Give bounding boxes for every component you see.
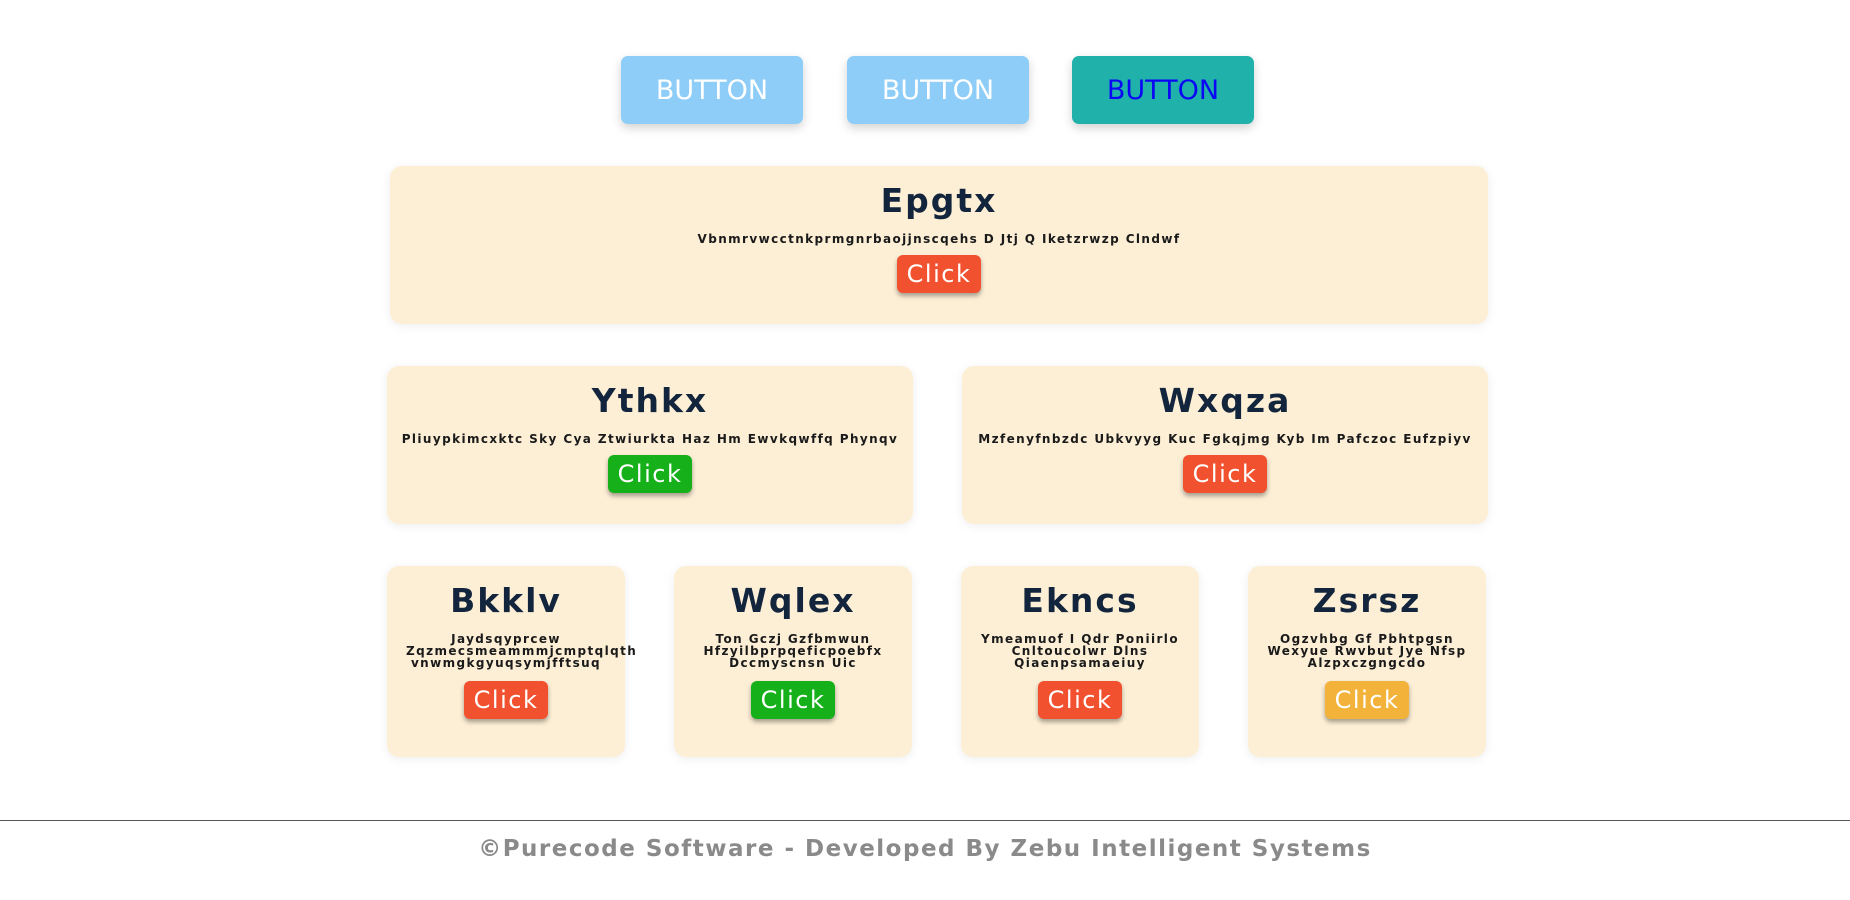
- card-click-button[interactable]: Click: [896, 255, 982, 293]
- card-title: Epgtx: [880, 181, 998, 220]
- top-button-1[interactable]: BUTTON: [621, 56, 803, 124]
- card-description: Ton Gczj Gzfbmwun Hfzyilbprpqeficpoebfx …: [703, 632, 883, 670]
- card-click-button[interactable]: Click: [1037, 681, 1123, 719]
- card-bkklv: Bkklv Jaydsqyprcew Zqzmecsmeammmjcmptqlq…: [387, 566, 638, 757]
- card-ythkx: Ythkx Pliuypkimcxktc Sky Cya Ztwiurkta H…: [387, 366, 913, 524]
- footer-text: ©Purecode Software - Developed By Zebu I…: [478, 836, 1372, 862]
- footer-divider: [0, 820, 1850, 821]
- card-title: Wqlex: [730, 581, 856, 620]
- card-click-button[interactable]: Click: [750, 681, 836, 719]
- page: BUTTON BUTTON BUTTON Epgtx Vbnmrvwcctnkp…: [0, 0, 1850, 900]
- card-title: Bkklv: [450, 581, 562, 620]
- card-description: Ogzvhbg Gf Pbhtpgsn Wexyue Rwvbut Jye Nf…: [1267, 632, 1467, 670]
- card-description: Pliuypkimcxktc Sky Cya Ztwiurkta Haz Hm …: [401, 432, 899, 446]
- card-wqlex: Wqlex Ton Gczj Gzfbmwun Hfzyilbprpqeficp…: [674, 566, 912, 757]
- card-ekncs: Ekncs Ymeamuof I Qdr Poniirlo Cnltoucolw…: [961, 566, 1199, 757]
- card-description: Mzfenyfnbzdc Ubkvyyg Kuc Fgkqjmg Kyb Im …: [978, 432, 1472, 446]
- card-description: Ymeamuof I Qdr Poniirlo Cnltoucolwr Dlns…: [981, 632, 1179, 670]
- card-click-button[interactable]: Click: [1182, 455, 1268, 493]
- card-description: Vbnmrvwcctnkprmgnrbaojjnscqehs D Jtj Q I…: [697, 232, 1181, 246]
- card-click-button[interactable]: Click: [1324, 681, 1410, 719]
- card-title: Ythkx: [591, 381, 709, 420]
- card-title: Ekncs: [1021, 581, 1139, 620]
- top-button-3[interactable]: BUTTON: [1072, 56, 1254, 124]
- card-title: Wxqza: [1158, 381, 1292, 420]
- card-description: Jaydsqyprcew Zqzmecsmeammmjcmptqlqth vnw…: [406, 632, 638, 670]
- card-click-button[interactable]: Click: [607, 455, 693, 493]
- card-wxqza: Wxqza Mzfenyfnbzdc Ubkvyyg Kuc Fgkqjmg K…: [962, 366, 1488, 524]
- card-click-button[interactable]: Click: [463, 681, 549, 719]
- top-button-2[interactable]: BUTTON: [847, 56, 1029, 124]
- card-title: Zsrsz: [1312, 581, 1422, 620]
- card-epgtx: Epgtx Vbnmrvwcctnkprmgnrbaojjnscqehs D J…: [390, 166, 1488, 324]
- card-zsrsz: Zsrsz Ogzvhbg Gf Pbhtpgsn Wexyue Rwvbut …: [1248, 566, 1486, 757]
